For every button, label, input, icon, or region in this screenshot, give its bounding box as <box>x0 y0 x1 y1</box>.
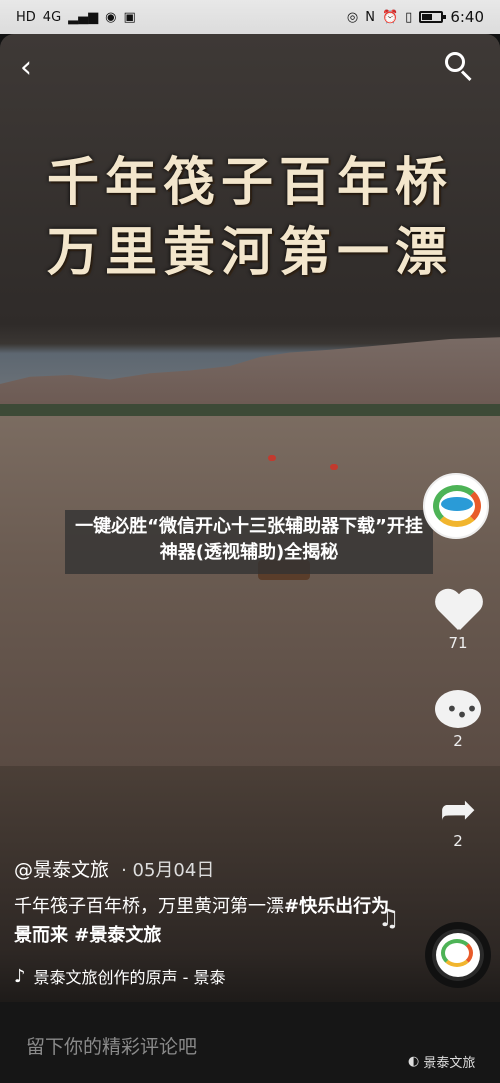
music-disc[interactable] <box>425 922 491 988</box>
status-bar: HD 4G ▂▄▆ ◉ ▣ ◎ N ⏰ ▯ 6:40 <box>0 0 500 34</box>
wechat-notif-icon: ◉ <box>105 9 117 25</box>
author-line: @景泰文旅 · 05月04日 <box>14 855 394 882</box>
video-raft-small <box>330 464 338 470</box>
video-river <box>0 416 500 766</box>
share-arrow-icon: ➦ <box>439 784 477 835</box>
video-title: 千年筏子百年桥 万里黄河第一漂 <box>0 148 500 288</box>
music-title: 景泰文旅创作的原声 - 景泰 <box>33 968 226 987</box>
like-count: 71 <box>448 634 468 652</box>
comment-button[interactable]: • • • 2 <box>430 690 486 750</box>
description-text: 千年筏子百年桥，万里黄河第一漂 <box>14 896 284 917</box>
video-title-line2: 万里黄河第一漂 <box>46 222 453 283</box>
comment-icon: • • • <box>435 690 481 730</box>
like-button[interactable]: 71 <box>430 590 486 652</box>
share-count: 2 <box>453 832 463 850</box>
eye-comfort-icon: ◎ <box>346 9 359 25</box>
disc-logo-icon <box>436 933 480 977</box>
video-description: 千年筏子百年桥，万里黄河第一漂#快乐出行为景而来 #景泰文旅 <box>14 892 394 950</box>
hd-signal-icon: HD <box>16 9 36 25</box>
video-raft-small <box>268 455 276 461</box>
music-info[interactable]: ♪ 景泰文旅创作的原声 - 景泰 <box>14 964 269 988</box>
heart-icon <box>434 590 482 632</box>
comment-count: 2 <box>453 732 463 750</box>
search-button[interactable] <box>445 52 475 82</box>
author-avatar[interactable] <box>423 473 489 539</box>
share-button[interactable]: ➦ 2 <box>430 784 486 851</box>
caption-area: @景泰文旅 · 05月04日 千年筏子百年桥，万里黄河第一漂#快乐出行为景而来 … <box>14 855 394 988</box>
watermark: ◐ 景泰文旅 <box>408 1052 475 1071</box>
app-notif-icon: ▣ <box>123 9 136 25</box>
logo-swish <box>441 497 473 511</box>
post-date: · 05月04日 <box>121 860 215 881</box>
battery-icon <box>419 11 447 23</box>
overlay-banner: 一键必胜“微信开心十三张辅助器下载”开挂神器(透视辅助)全揭秘 <box>65 510 433 574</box>
video-treeline <box>0 404 500 416</box>
signal-bars-icon: ▂▄▆ <box>68 9 99 25</box>
video-title-line1: 千年筏子百年桥 <box>46 152 453 213</box>
floating-music-note-icon: ♫ <box>378 904 400 932</box>
network-type: 4G <box>42 9 62 25</box>
chevron-left-icon: ‹ <box>20 50 32 85</box>
watermark-text: 景泰文旅 <box>423 1056 476 1071</box>
wechat-icon: ◐ <box>408 1054 420 1069</box>
back-button[interactable]: ‹ <box>20 50 32 85</box>
author-name[interactable]: @景泰文旅 <box>14 859 109 881</box>
vibrate-icon: ▯ <box>405 9 413 25</box>
alarm-icon: ⏰ <box>381 9 399 25</box>
nfc-icon: N <box>365 9 375 25</box>
clock: 6:40 <box>450 8 484 26</box>
tiktok-note-icon: ♪ <box>14 965 26 987</box>
comment-input[interactable]: 留下你的精彩评论吧 <box>26 1032 197 1059</box>
